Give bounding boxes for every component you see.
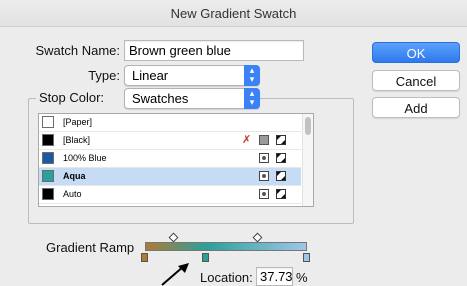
- list-item[interactable]: [Black] ✗: [39, 132, 301, 150]
- color-mode-icon: [259, 171, 269, 181]
- list-scrollbar[interactable]: [302, 114, 313, 206]
- color-swatch: [42, 152, 54, 164]
- gradient-stop[interactable]: [202, 253, 210, 262]
- color-swatch: [42, 188, 54, 200]
- scrollbar-thumb[interactable]: [305, 117, 311, 135]
- window-title: New Gradient Swatch: [170, 6, 297, 21]
- color-swatch: [42, 170, 54, 182]
- no-print-icon: [276, 153, 286, 163]
- gradient-ramp[interactable]: [145, 242, 307, 251]
- color-mode-icon: [259, 153, 269, 163]
- type-value: Linear: [132, 68, 169, 83]
- gradient-ramp-label: Gradient Ramp: [46, 240, 135, 255]
- swatch-name: 100% Blue: [63, 153, 107, 163]
- list-item[interactable]: [Paper]: [39, 114, 301, 132]
- gradient-stop[interactable]: [303, 253, 310, 262]
- gradient-midpoint[interactable]: [168, 232, 179, 243]
- stop-color-label: Stop Color:: [36, 90, 126, 105]
- stepper-arrows-icon: ▴ ▾: [244, 88, 260, 109]
- location-unit: %: [296, 270, 308, 285]
- no-print-icon: [276, 171, 286, 181]
- swatch-name-input[interactable]: Brown green blue: [124, 40, 304, 61]
- list-item[interactable]: Aqua: [39, 168, 301, 186]
- color-swatch: [42, 134, 54, 146]
- list-item[interactable]: 100% Blue: [39, 150, 301, 168]
- title-bar: New Gradient Swatch: [0, 0, 467, 27]
- type-label: Type:: [88, 68, 120, 83]
- location-input[interactable]: 37.73: [256, 267, 293, 286]
- no-print-icon: [276, 189, 286, 199]
- color-mode-icon: [259, 189, 269, 199]
- cancel-button[interactable]: Cancel: [372, 70, 460, 91]
- stepper-arrows-icon: ▴ ▾: [244, 65, 260, 86]
- gradient-stop[interactable]: [141, 253, 148, 262]
- ok-button[interactable]: OK: [372, 42, 460, 63]
- stop-color-value: Swatches: [132, 91, 189, 106]
- swatches-list[interactable]: [Paper] [Black] ✗ 100% Blue Aqua Auto: [38, 113, 314, 207]
- arrow-annotation-icon: [161, 263, 189, 286]
- swatch-name-label: Swatch Name:: [35, 43, 120, 58]
- no-print-icon: [276, 135, 286, 145]
- gradient-midpoint[interactable]: [252, 232, 263, 243]
- list-item[interactable]: Auto: [39, 186, 301, 204]
- pencil-strike-icon: ✗: [242, 134, 252, 146]
- swatch-name: [Paper]: [63, 117, 93, 127]
- swatch-name: [Black]: [63, 135, 91, 145]
- stop-color-select[interactable]: Swatches ▴ ▾: [124, 88, 260, 109]
- swatch-name: Aqua: [63, 171, 86, 181]
- type-select[interactable]: Linear ▴ ▾: [124, 65, 260, 86]
- add-button[interactable]: Add: [372, 97, 460, 118]
- swatch-name: Auto: [63, 189, 82, 199]
- color-mode-icon: [259, 135, 269, 145]
- color-swatch: [42, 116, 54, 128]
- location-label: Location:: [200, 270, 253, 285]
